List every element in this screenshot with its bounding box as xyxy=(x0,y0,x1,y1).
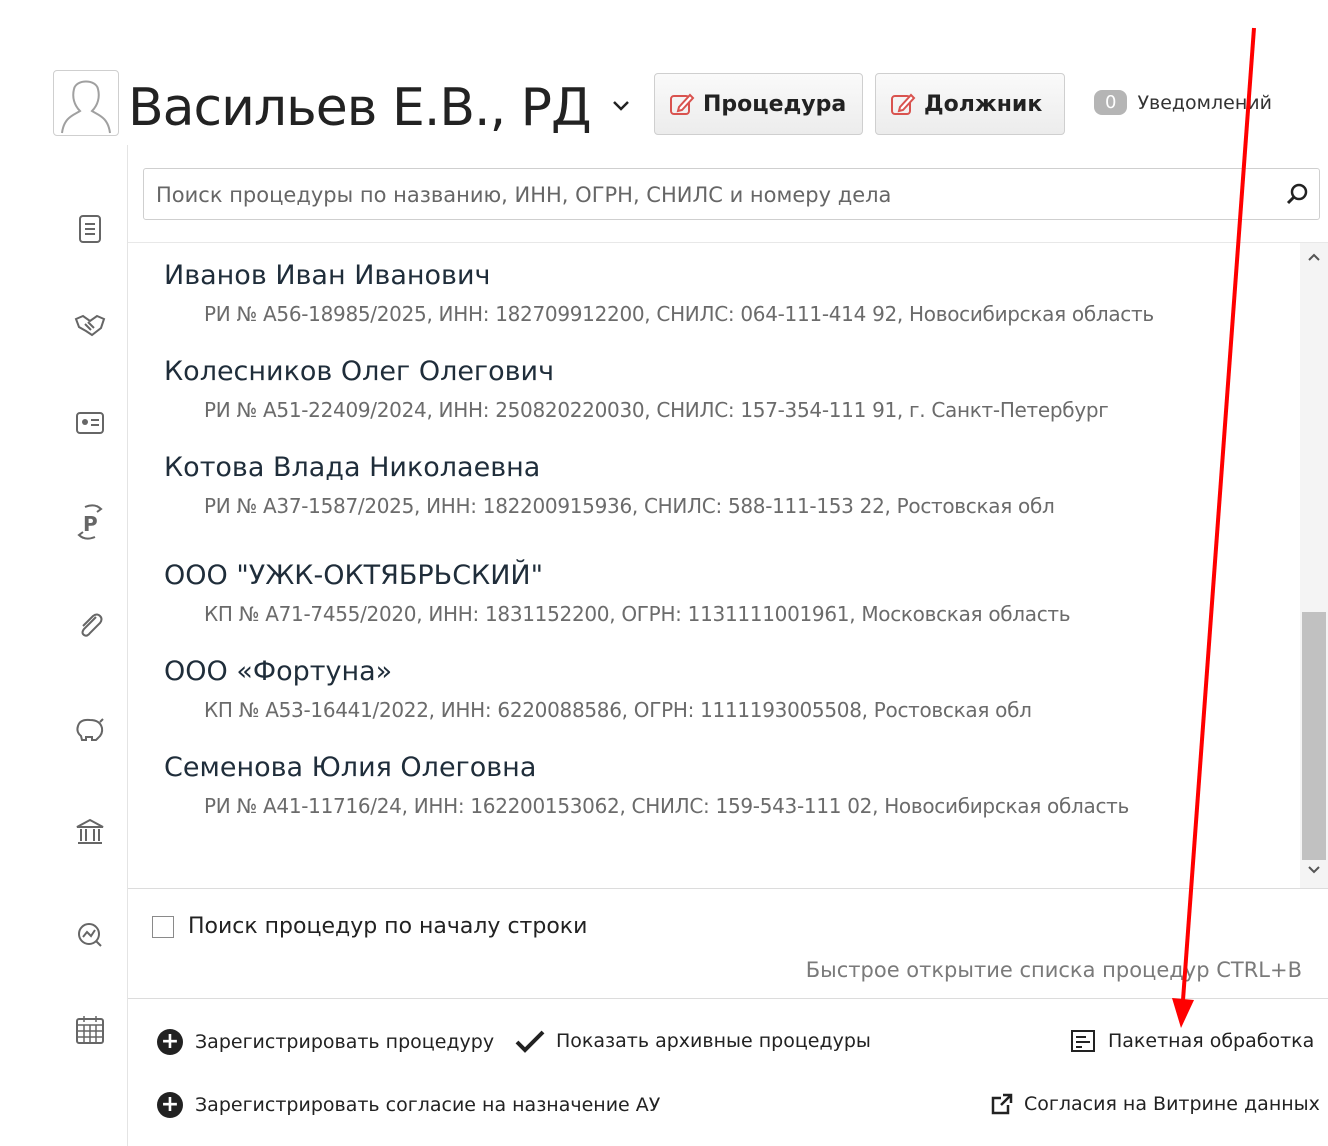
debtor-button-label: Должник xyxy=(924,91,1043,117)
procedure-name: Котова Влада Николаевна xyxy=(164,452,541,483)
external-link-icon xyxy=(991,1093,1013,1115)
data-showcase-consents-link[interactable]: Согласия на Витрине данных xyxy=(990,1092,1320,1116)
procedure-details: РИ № А41-11716/24, ИНН: 162200153062, СН… xyxy=(204,794,1129,818)
search-from-start-label: Поиск процедур по началу строки xyxy=(188,914,588,939)
paperclip-icon[interactable] xyxy=(70,605,110,645)
procedure-name: Семенова Юлия Олеговна xyxy=(164,752,537,783)
procedure-button-label: Процедура xyxy=(703,91,847,117)
handshake-icon[interactable] xyxy=(70,305,110,345)
search-from-start-checkbox[interactable] xyxy=(152,915,174,938)
edit-icon xyxy=(670,93,695,115)
quick-open-hint: Быстрое открытие списка процедур CTRL+B xyxy=(805,958,1302,982)
procedure-details: КП № А53-16441/2022, ИНН: 6220088586, ОГ… xyxy=(204,698,1032,722)
procedure-details: РИ № А51-22409/2024, ИНН: 250820220030, … xyxy=(204,398,1109,422)
edit-icon xyxy=(891,93,916,115)
register-consent-link[interactable]: + Зарегистрировать согласие на назначени… xyxy=(157,1092,660,1118)
show-archived-toggle[interactable]: Показать архивные процедуры xyxy=(514,1029,871,1053)
batch-processing-link[interactable]: Пакетная обработка xyxy=(1070,1029,1314,1053)
piggy-bank-icon[interactable] xyxy=(70,709,110,749)
procedure-details: РИ № А37-1587/2025, ИНН: 182200915936, С… xyxy=(204,494,1055,518)
user-silhouette-icon xyxy=(61,80,111,134)
procedure-search-input[interactable] xyxy=(154,169,1278,221)
divider xyxy=(128,998,1328,999)
scroll-up-icon[interactable] xyxy=(1300,243,1328,271)
plus-circle-icon: + xyxy=(157,1029,183,1055)
scrollbar-thumb[interactable] xyxy=(1302,612,1326,860)
data-showcase-consents-label: Согласия на Витрине данных xyxy=(1024,1093,1320,1115)
svg-text:P: P xyxy=(83,512,98,536)
checkmark-icon xyxy=(515,1030,545,1053)
search-icon[interactable] xyxy=(1285,181,1311,211)
search-from-start-option[interactable]: Поиск процедур по началу строки xyxy=(152,914,587,939)
notifications-link[interactable]: 0 Уведомлений xyxy=(1094,90,1272,115)
ruble-transfer-icon[interactable]: P xyxy=(70,502,110,542)
notifications-count-badge: 0 xyxy=(1094,90,1128,115)
plus-circle-icon: + xyxy=(157,1092,183,1118)
notifications-label: Уведомлений xyxy=(1137,91,1272,114)
procedure-list: Иванов Иван Иванович РИ № А56-18985/2025… xyxy=(128,243,1300,888)
batch-list-icon xyxy=(1071,1030,1095,1052)
procedure-name: ООО «Фортуна» xyxy=(164,656,393,687)
user-avatar[interactable] xyxy=(53,70,119,136)
procedure-details: КП № А71-7455/2020, ИНН: 1831152200, ОГР… xyxy=(204,602,1071,626)
procedure-name: Колесников Олег Олегович xyxy=(164,356,555,387)
chevron-down-icon[interactable] xyxy=(610,94,632,120)
debtor-button[interactable]: Должник xyxy=(875,73,1065,135)
batch-processing-label: Пакетная обработка xyxy=(1108,1030,1315,1052)
divider xyxy=(128,888,1328,889)
show-archived-label: Показать архивные процедуры xyxy=(556,1030,871,1052)
register-consent-label: Зарегистрировать согласие на назначение … xyxy=(195,1094,661,1116)
document-icon[interactable] xyxy=(70,209,110,249)
procedure-name: Иванов Иван Иванович xyxy=(164,260,491,291)
id-card-icon[interactable] xyxy=(70,403,110,443)
procedure-item[interactable]: Котова Влада Николаевна РИ № А37-1587/20… xyxy=(164,451,1294,519)
calendar-icon[interactable] xyxy=(70,1010,110,1050)
analytics-icon[interactable] xyxy=(70,915,110,955)
procedure-item[interactable]: ООО «Фортуна» КП № А53-16441/2022, ИНН: … xyxy=(164,655,1294,723)
sidebar: P xyxy=(0,145,128,1146)
search-box xyxy=(143,168,1320,221)
procedure-name: ООО "УЖК-ОКТЯБРЬСКИЙ" xyxy=(164,560,544,591)
bank-icon[interactable] xyxy=(70,812,110,852)
procedure-button[interactable]: Процедура xyxy=(654,73,863,135)
scroll-down-icon[interactable] xyxy=(1300,856,1328,884)
register-procedure-label: Зарегистрировать процедуру xyxy=(195,1031,495,1053)
procedure-item[interactable]: Семенова Юлия Олеговна РИ № А41-11716/24… xyxy=(164,751,1294,819)
procedure-details: РИ № А56-18985/2025, ИНН: 182709912200, … xyxy=(204,302,1154,326)
procedure-item[interactable]: Иванов Иван Иванович РИ № А56-18985/2025… xyxy=(164,259,1294,327)
register-procedure-link[interactable]: + Зарегистрировать процедуру xyxy=(157,1029,494,1055)
procedure-item[interactable]: ООО "УЖК-ОКТЯБРЬСКИЙ" КП № А71-7455/2020… xyxy=(164,559,1294,627)
procedure-item[interactable]: Колесников Олег Олегович РИ № А51-22409/… xyxy=(164,355,1294,423)
user-name[interactable]: Васильев Е.В., РД xyxy=(128,78,592,138)
